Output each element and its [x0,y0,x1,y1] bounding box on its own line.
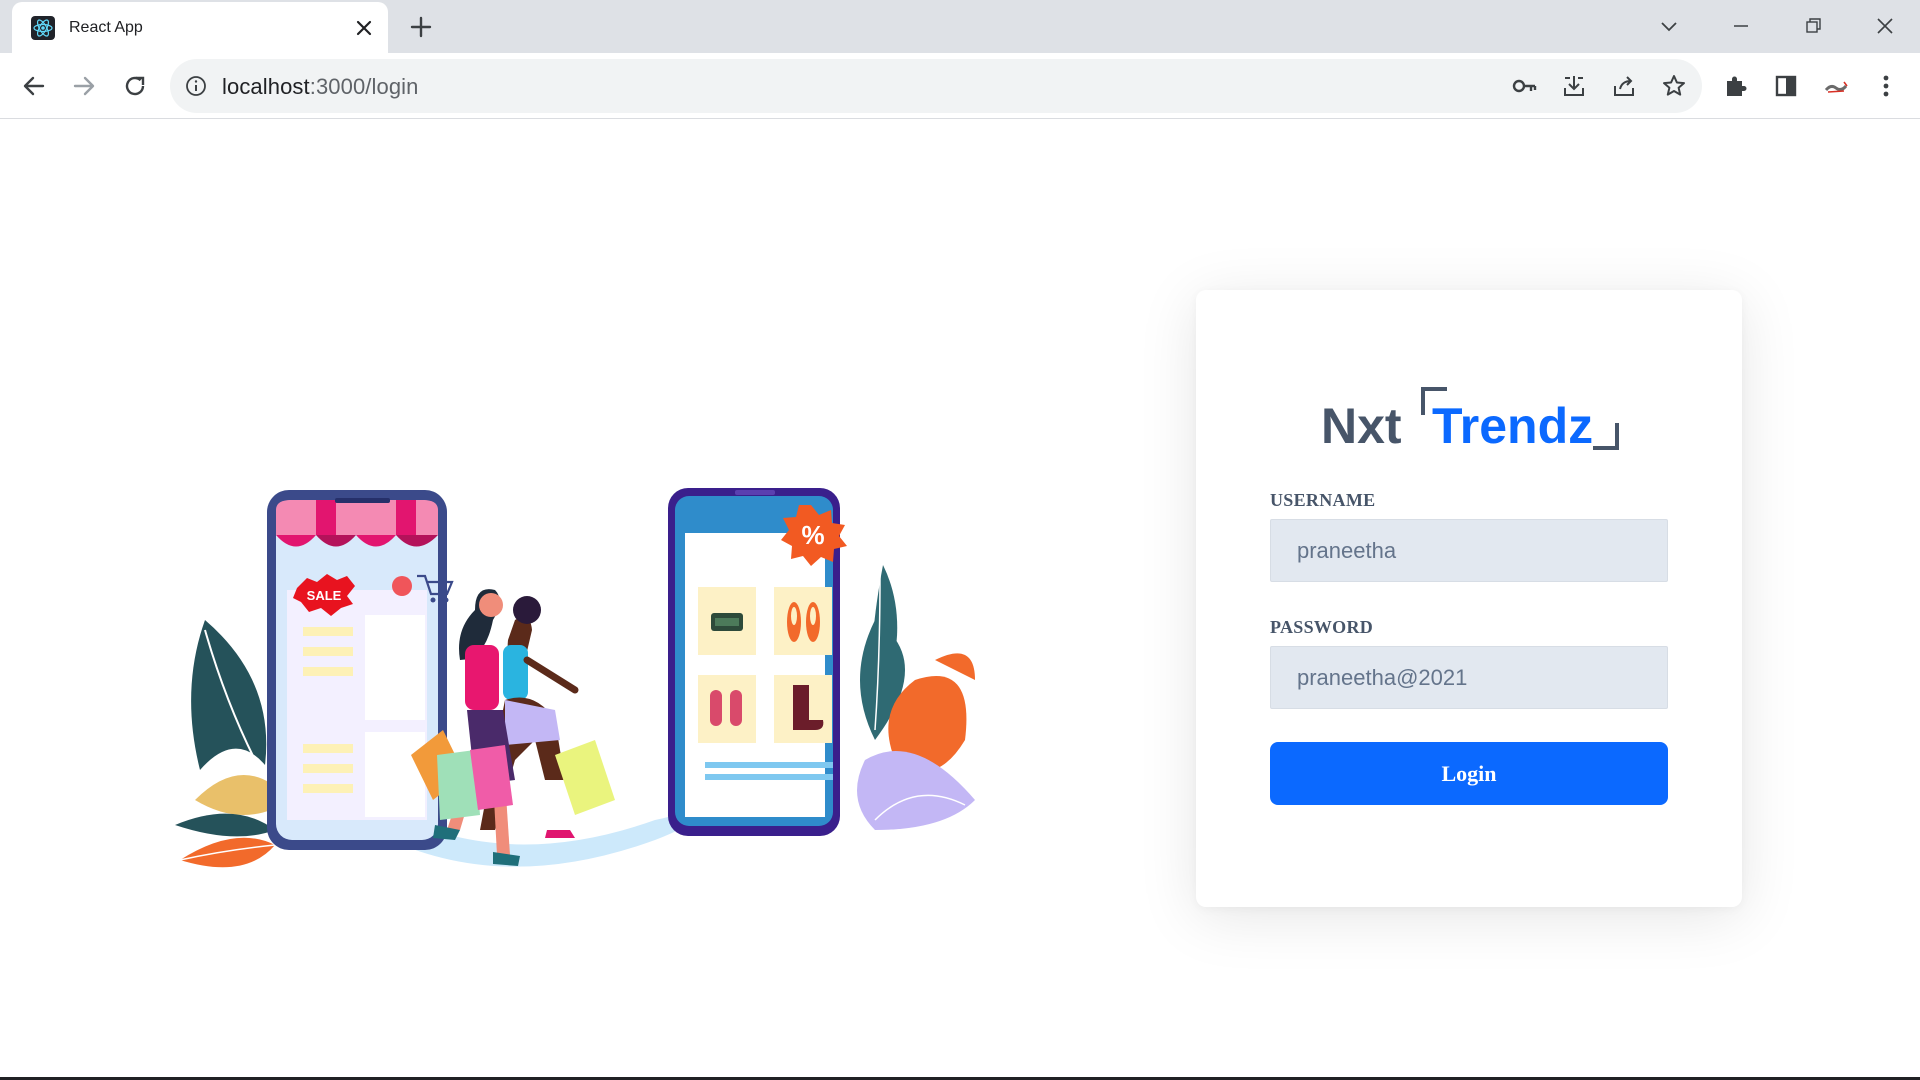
tab-search-chevron-down-icon[interactable] [1654,11,1684,41]
site-info-icon[interactable] [184,74,208,98]
login-form-card: Nxt Trendz USERNAME praneetha PASSWORD p… [1196,290,1742,907]
star-icon[interactable] [1660,72,1688,100]
url-path: :3000/login [309,74,419,99]
shopping-illustration: SALE % [175,488,975,868]
side-panel-icon[interactable] [1772,72,1800,100]
logo-text-trendz: Trendz [1432,398,1594,454]
install-icon[interactable] [1560,72,1588,100]
key-icon[interactable] [1510,72,1538,100]
profile-avatar[interactable] [1822,72,1850,100]
discount-badge-text: % [801,520,824,550]
url-text[interactable]: localhost:3000/login [222,74,418,100]
share-icon[interactable] [1610,72,1638,100]
minimize-icon[interactable] [1726,11,1756,41]
reload-icon[interactable] [117,68,153,104]
tab-title: React App [69,19,143,36]
more-vert-icon[interactable] [1872,72,1900,100]
sale-badge-text: SALE [307,588,342,603]
shop-phone: SALE [267,490,454,850]
restore-icon[interactable] [1798,11,1828,41]
forward-arrow-icon[interactable] [66,68,102,104]
login-button[interactable]: Login [1270,742,1668,805]
nxt-trendz-logo: Nxt Trendz [1321,385,1621,465]
password-input[interactable]: praneetha@2021 [1270,646,1668,709]
browser-tab[interactable]: React App [12,2,388,53]
username-input[interactable]: praneetha [1270,519,1668,582]
logo-text-nxt: Nxt [1321,398,1402,454]
puzzle-icon[interactable] [1722,72,1750,100]
right-plant-decoration [857,565,975,830]
username-label: USERNAME [1270,490,1376,510]
browser-toolbar: localhost:3000/login [0,53,1920,119]
password-label: PASSWORD [1270,617,1374,637]
new-tab-plus-icon[interactable] [406,12,436,42]
login-page: SALE % Nxt Trendz USERNAME praneetha PAS… [0,120,1920,1078]
window-close-icon[interactable] [1870,11,1900,41]
back-arrow-icon[interactable] [16,68,52,104]
react-favicon-icon [31,16,55,40]
browser-tab-strip: React App [0,0,1920,53]
product-phone: % [668,488,847,836]
tab-close-icon[interactable] [352,16,376,40]
url-host: localhost [222,74,310,99]
address-bar[interactable]: localhost:3000/login [170,59,1702,113]
